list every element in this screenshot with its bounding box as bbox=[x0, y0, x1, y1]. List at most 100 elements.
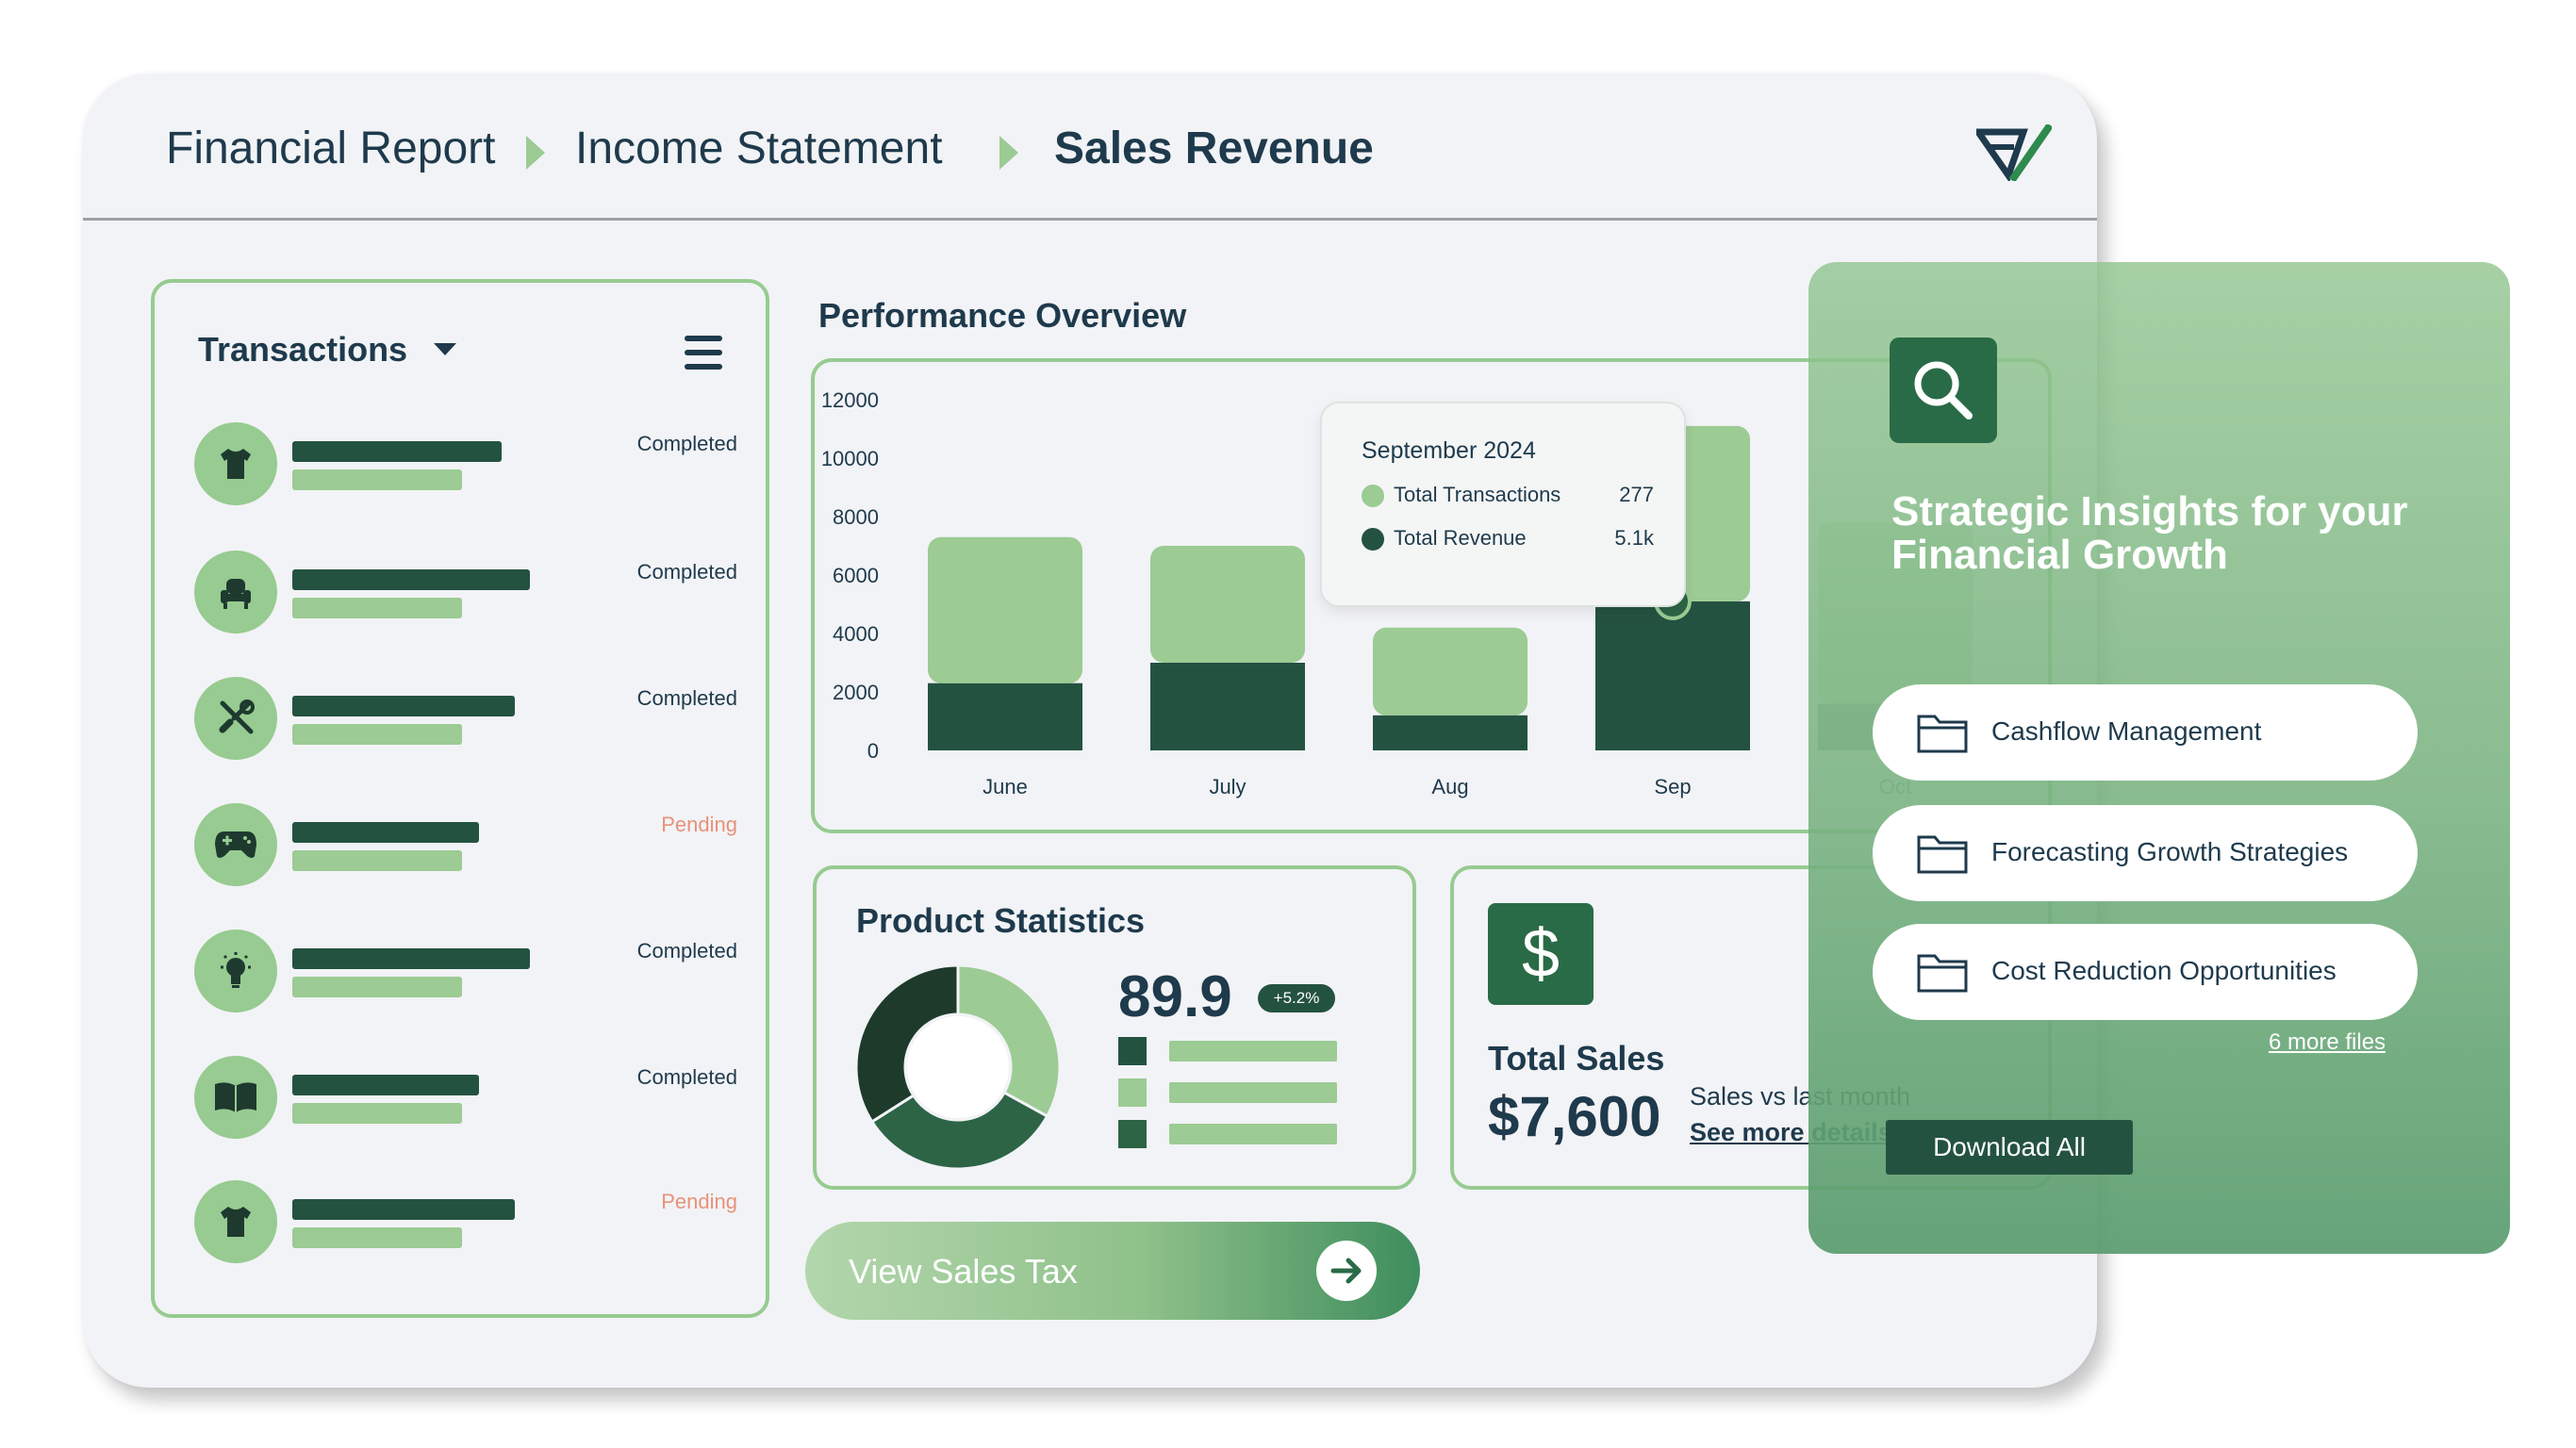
folder-icon bbox=[1917, 954, 1968, 993]
y-tick-label: 6000 bbox=[833, 564, 879, 587]
chevron-down-icon[interactable] bbox=[434, 343, 456, 355]
transaction-title-bar bbox=[292, 1075, 479, 1095]
tshirt-icon bbox=[194, 422, 277, 505]
bar-aug-transactions[interactable] bbox=[1373, 627, 1527, 716]
legend-bar bbox=[1169, 1041, 1337, 1061]
insights-title: Strategic Insights for your Financial Gr… bbox=[1891, 488, 2408, 578]
strategic-insights-panel: Strategic Insights for your Financial Gr… bbox=[1808, 262, 2510, 1254]
x-tick-label: June bbox=[983, 775, 1028, 798]
tooltip-title: September 2024 bbox=[1362, 437, 1536, 464]
transaction-title-bar bbox=[292, 441, 502, 462]
legend-square-icon bbox=[1118, 1120, 1147, 1148]
more-files-link[interactable]: 6 more files bbox=[2269, 1029, 2386, 1056]
list-item[interactable]: Completed bbox=[194, 677, 737, 764]
transaction-subtitle-bar bbox=[292, 977, 462, 997]
transactions-panel: Transactions Completed Completed Complet… bbox=[151, 279, 769, 1318]
dollar-icon: $ bbox=[1488, 903, 1593, 1005]
total-sales-title: Total Sales bbox=[1488, 1039, 1665, 1078]
insight-forecasting-growth[interactable]: Forecasting Growth Strategies bbox=[1873, 805, 2418, 901]
list-item[interactable]: Pending bbox=[194, 803, 737, 890]
bar-sep-revenue[interactable] bbox=[1595, 601, 1750, 750]
legend-dot-icon bbox=[1362, 528, 1384, 551]
tooltip-value: 5.1k bbox=[1614, 526, 1654, 550]
insight-label: Cashflow Management bbox=[1991, 716, 2262, 746]
transaction-title-bar bbox=[292, 696, 515, 716]
transaction-subtitle-bar bbox=[292, 1227, 462, 1248]
transaction-subtitle-bar bbox=[292, 724, 462, 745]
legend-dot-icon bbox=[1362, 485, 1384, 507]
status-label: Pending bbox=[661, 1190, 737, 1213]
download-all-button[interactable]: Download All bbox=[1886, 1120, 2133, 1175]
legend-bar bbox=[1169, 1082, 1337, 1103]
y-tick-label: 0 bbox=[867, 739, 879, 763]
folder-icon bbox=[1917, 715, 1968, 753]
transaction-title-bar bbox=[292, 569, 530, 590]
list-item[interactable]: Pending bbox=[194, 1180, 737, 1267]
chart-tooltip: September 2024 Total Transactions 277 To… bbox=[1320, 402, 1686, 607]
list-item[interactable]: Completed bbox=[194, 422, 737, 509]
status-label: Completed bbox=[636, 432, 737, 455]
tshirt-icon bbox=[194, 1180, 277, 1263]
total-sales-value: $7,600 bbox=[1488, 1085, 1661, 1148]
product-statistics-panel: Product Statistics 89.9 +5.2% bbox=[813, 865, 1416, 1190]
y-tick-label: 12000 bbox=[821, 388, 879, 412]
bar-june-revenue[interactable] bbox=[928, 683, 1082, 750]
folder-icon bbox=[1917, 835, 1968, 874]
armchair-icon bbox=[194, 551, 277, 634]
transaction-title-bar bbox=[292, 948, 530, 969]
hamburger-menu-icon[interactable] bbox=[685, 336, 722, 370]
breadcrumb-sales-revenue: Sales Revenue bbox=[1054, 123, 1374, 173]
transactions-title[interactable]: Transactions bbox=[198, 330, 407, 370]
lightbulb-icon bbox=[194, 930, 277, 1012]
tooltip-label: Total Transactions bbox=[1394, 483, 1561, 506]
tooltip-value: 277 bbox=[1619, 483, 1654, 506]
transaction-subtitle-bar bbox=[292, 598, 462, 618]
transaction-subtitle-bar bbox=[292, 1103, 462, 1124]
y-tick-label: 10000 bbox=[821, 447, 879, 470]
status-label: Completed bbox=[636, 560, 737, 584]
transaction-title-bar bbox=[292, 822, 479, 843]
legend-square-icon bbox=[1118, 1078, 1147, 1107]
breadcrumb: Financial Report Income Statement Sales … bbox=[83, 74, 2097, 221]
insight-cashflow-management[interactable]: Cashflow Management bbox=[1873, 684, 2418, 781]
chevron-right-icon bbox=[526, 136, 545, 170]
x-tick-label: Aug bbox=[1431, 775, 1468, 798]
status-label: Completed bbox=[636, 939, 737, 963]
x-tick-label: Sep bbox=[1654, 775, 1691, 798]
bar-july-revenue[interactable] bbox=[1150, 663, 1305, 750]
y-tick-label: 2000 bbox=[833, 681, 879, 704]
arrow-right-icon bbox=[1316, 1241, 1377, 1301]
view-sales-tax-label: View Sales Tax bbox=[849, 1252, 1078, 1291]
status-label: Completed bbox=[636, 1065, 737, 1089]
search-icon[interactable] bbox=[1890, 337, 1997, 443]
bar-aug-revenue[interactable] bbox=[1373, 715, 1527, 750]
insight-cost-reduction[interactable]: Cost Reduction Opportunities bbox=[1873, 924, 2418, 1020]
bar-june-transactions[interactable] bbox=[928, 536, 1082, 683]
status-label: Completed bbox=[636, 686, 737, 710]
chevron-right-icon bbox=[999, 136, 1018, 170]
list-item[interactable]: Completed bbox=[194, 1056, 737, 1143]
gamepad-icon bbox=[194, 803, 277, 886]
donut-hole bbox=[907, 1016, 1009, 1118]
status-label: Pending bbox=[661, 813, 737, 836]
transaction-title-bar bbox=[292, 1199, 515, 1220]
product-statistics-title: Product Statistics bbox=[856, 901, 1146, 940]
list-item[interactable]: Completed bbox=[194, 551, 737, 637]
bar-july-transactions[interactable] bbox=[1150, 546, 1305, 663]
donut-chart bbox=[854, 963, 1062, 1171]
breadcrumb-income-statement[interactable]: Income Statement bbox=[575, 123, 943, 174]
performance-title: Performance Overview bbox=[818, 296, 1187, 335]
dashboard-card: Financial Report Income Statement Sales … bbox=[83, 74, 2097, 1388]
insight-label: Forecasting Growth Strategies bbox=[1991, 837, 2349, 866]
list-item[interactable]: Completed bbox=[194, 930, 737, 1016]
legend-bar bbox=[1169, 1124, 1337, 1144]
y-tick-label: 4000 bbox=[833, 622, 879, 646]
tooltip-label: Total Revenue bbox=[1394, 526, 1527, 550]
breadcrumb-financial-report[interactable]: Financial Report bbox=[166, 123, 496, 174]
legend-square-icon bbox=[1118, 1037, 1147, 1065]
transaction-subtitle-bar bbox=[292, 469, 462, 490]
insight-label: Cost Reduction Opportunities bbox=[1991, 956, 2337, 985]
view-sales-tax-button[interactable]: View Sales Tax bbox=[805, 1222, 1420, 1320]
brand-logo-icon bbox=[1976, 124, 2052, 181]
transaction-subtitle-bar bbox=[292, 850, 462, 871]
